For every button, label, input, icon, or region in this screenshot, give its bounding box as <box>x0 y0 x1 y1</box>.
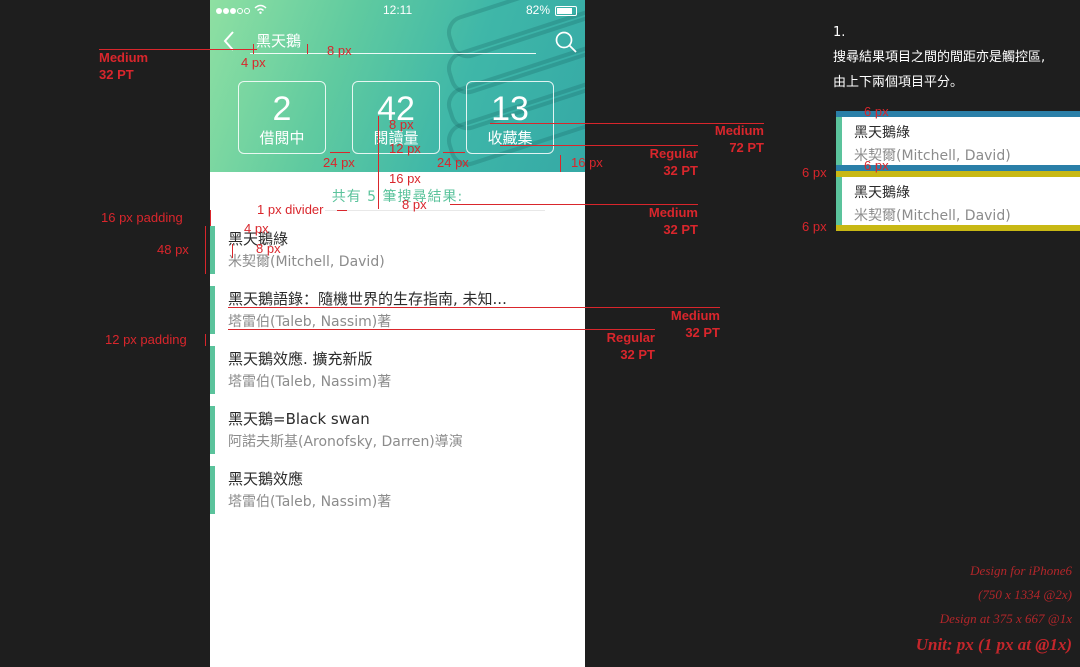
divider <box>325 210 545 211</box>
battery-icon <box>555 6 577 16</box>
item-author: 塔雷伯(Taleb, Nassim)著 <box>228 314 392 330</box>
footer-device: Design for iPhone6 <box>970 563 1072 578</box>
touch-area-stripe <box>836 225 1080 231</box>
annotation-line <box>205 334 206 346</box>
annotation-title-font: Medium 32 PT <box>656 307 720 341</box>
item-author: 米契爾(Mitchell, David) <box>854 208 1011 224</box>
annotation-size: 32 PT <box>685 325 720 340</box>
item-accent-bar <box>836 177 842 225</box>
annotation-font-spec: Medium 32 PT <box>99 49 148 83</box>
footer-design-size: Design at 375 x 667 @1x <box>939 611 1072 626</box>
note-line: 由上下兩個項目平分。 <box>833 75 964 90</box>
item-title: 黑天鵝效應. 擴充新版 <box>228 350 373 368</box>
item-accent-bar <box>210 346 215 394</box>
annotation-6px: 6 px <box>802 219 827 234</box>
annotation-stat-number-font: Medium 72 PT <box>700 122 764 156</box>
status-time: 12:11 <box>383 3 413 17</box>
annotation-6px: 6 px <box>864 158 889 173</box>
stat-borrowing[interactable]: 2 借閱中 <box>238 81 326 154</box>
touch-area-note: 1. 搜尋結果項目之間的間距亦是觸控區, 由上下兩個項目平分。 <box>833 20 1045 95</box>
item-accent-bar <box>210 466 215 514</box>
item-author: 米契爾(Mitchell, David) <box>228 254 385 270</box>
annotation-weight: Regular <box>606 330 655 345</box>
stat-borrowing-value: 2 <box>272 90 292 128</box>
annotation-8px: 8 px <box>327 43 352 58</box>
item-title: 黑天鵝效應 <box>228 470 304 488</box>
note-line: 搜尋結果項目之間的間距亦是觸控區, <box>833 50 1046 65</box>
list-item[interactable]: 黑天鵝效應. 擴充新版 塔雷伯(Taleb, Nassim)著 <box>210 346 585 394</box>
annotation-weight: Medium <box>714 123 764 138</box>
stat-borrowing-label: 借閱中 <box>259 129 305 147</box>
item-title: 黑天鵝語錄：隨機世界的生存指南, 未知... <box>228 290 507 308</box>
stat-collections-value: 13 <box>491 90 529 128</box>
annotation-6px: 6 px <box>802 165 827 180</box>
annotation-author-font: Regular 32 PT <box>587 329 655 363</box>
annotation-size: 32 PT <box>99 67 134 82</box>
annotation-count-font: Medium 32 PT <box>630 204 698 238</box>
search-underline <box>250 53 536 54</box>
annotation-weight: Regular <box>649 146 698 161</box>
annotation-line <box>337 210 347 211</box>
annotation-12px: 12 px <box>389 141 421 156</box>
footer-resolution: (750 x 1334 @2x) <box>978 587 1072 602</box>
item-accent-bar <box>210 406 215 454</box>
list-item[interactable]: 黑天鵝語錄：隨機世界的生存指南, 未知... 塔雷伯(Taleb, Nassim… <box>210 286 585 334</box>
annotation-size: 72 PT <box>729 140 764 155</box>
annotation-weight: Medium <box>670 308 720 323</box>
annotation-size: 32 PT <box>620 347 655 362</box>
wifi-icon <box>254 4 267 14</box>
annotation-line <box>205 226 206 274</box>
annotation-line <box>443 152 465 153</box>
item-author: 阿諾夫斯基(Aronofsky, Darren)導演 <box>228 434 463 450</box>
annotation-line <box>378 116 379 209</box>
annotation-size: 32 PT <box>663 222 698 237</box>
annotation-8px: 8 px <box>256 241 281 256</box>
item-title: 黑天鵝=Black swan <box>228 410 370 428</box>
item-title: 黑天鵝綠 <box>854 125 910 141</box>
annotation-line <box>99 49 257 50</box>
annotation-line <box>232 244 233 258</box>
annotation-line <box>560 155 561 172</box>
annotation-16px: 16 px <box>571 155 603 170</box>
annotation-line <box>330 152 350 153</box>
item-title: 黑天鵝綠 <box>854 185 910 201</box>
signal-icon <box>216 3 251 17</box>
item-accent-bar <box>210 226 215 274</box>
footer-unit: Unit: px (1 px at @1x) <box>915 635 1072 654</box>
stat-collections[interactable]: 13 收藏集 <box>466 81 554 154</box>
annotation-divider: 1 px divider <box>257 202 324 217</box>
annotation-6px: 6 px <box>864 104 889 119</box>
item-author: 塔雷伯(Taleb, Nassim)著 <box>228 374 392 390</box>
list-item[interactable]: 黑天鵝=Black swan 阿諾夫斯基(Aronofsky, Darren)導… <box>210 406 585 454</box>
search-icon[interactable] <box>555 31 577 53</box>
item-accent-bar <box>210 286 215 334</box>
sample-list-item: 黑天鵝綠 米契爾(Mitchell, David) <box>836 177 1080 225</box>
annotation-line <box>307 44 308 54</box>
item-author: 塔雷伯(Taleb, Nassim)著 <box>228 494 392 510</box>
annotation-4px: 4 px <box>244 221 269 236</box>
item-accent-bar <box>836 117 842 165</box>
annotation-16px: 16 px <box>389 171 421 186</box>
annotation-line <box>253 44 254 54</box>
annotation-padding-12: 12 px padding <box>105 332 187 347</box>
annotation-24px: 24 px <box>437 155 469 170</box>
list-item[interactable]: 黑天鵝效應 塔雷伯(Taleb, Nassim)著 <box>210 466 585 514</box>
annotation-padding-16: 16 px padding <box>101 210 183 225</box>
search-input[interactable]: 黑天鵝 <box>256 30 301 51</box>
annotation-4px: 4 px <box>241 55 266 70</box>
annotation-line <box>210 210 211 226</box>
annotation-24px: 24 px <box>323 155 355 170</box>
annotation-8px: 8 px <box>402 197 427 212</box>
annotation-line <box>228 307 720 308</box>
annotation-weight: Medium <box>648 205 698 220</box>
annotation-8px: 8 px <box>389 117 414 132</box>
phone-screen: 12:11 82% 黑天鵝 2 借閱中 42 閱讀量 13 收藏集 共有 5 筆… <box>210 0 585 667</box>
annotation-weight: Medium <box>99 50 149 65</box>
annotation-size: 32 PT <box>663 163 698 178</box>
note-number: 1. <box>833 25 846 40</box>
battery-percent: 82% <box>526 3 551 17</box>
annotation-stat-label-font: Regular 32 PT <box>630 145 698 179</box>
annotation-48px: 48 px <box>157 242 189 257</box>
